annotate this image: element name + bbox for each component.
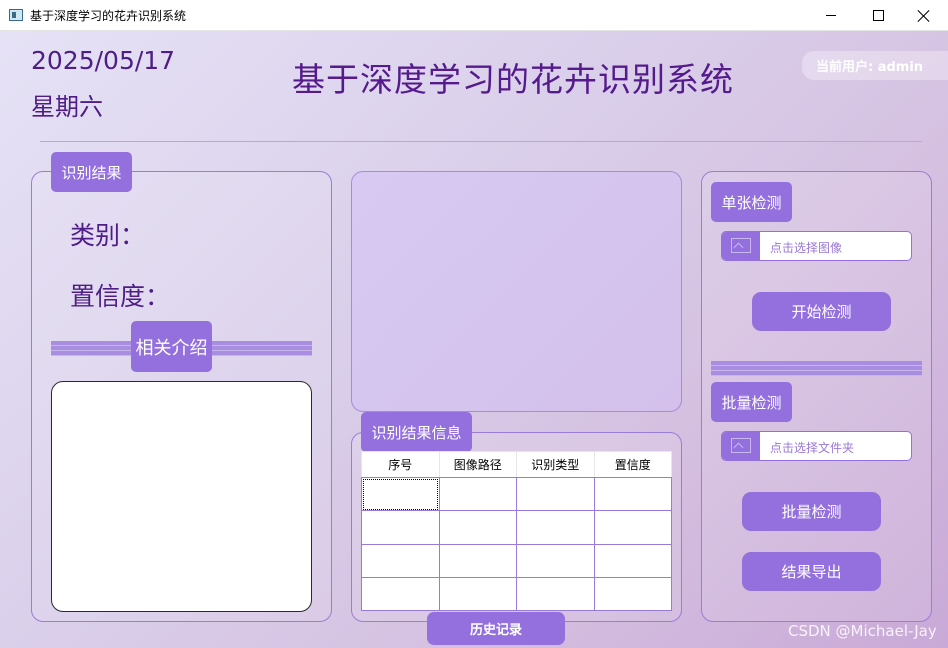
window-titlebar: 基于深度学习的花卉识别系统 xyxy=(0,0,948,31)
intro-text-area[interactable] xyxy=(51,381,312,612)
main-window-client: 2025/05/17 星期六 基于深度学习的花卉识别系统 当前用户: admin… xyxy=(0,31,948,648)
table-cell[interactable] xyxy=(361,543,440,578)
select-image-picker[interactable]: 点击选择图像 xyxy=(721,231,912,261)
history-button[interactable]: 历史记录 xyxy=(427,612,565,645)
app-icon xyxy=(9,9,23,21)
batch-detect-button[interactable]: 批量检测 xyxy=(742,492,881,531)
close-button[interactable] xyxy=(901,0,947,31)
minimize-button[interactable] xyxy=(808,0,854,31)
folder-icon[interactable] xyxy=(722,432,760,460)
column-header-image-path[interactable]: 图像路径 xyxy=(438,451,517,478)
column-header-index[interactable]: 序号 xyxy=(361,451,440,478)
table-cell[interactable] xyxy=(516,510,595,545)
date-display: 2025/05/17 xyxy=(31,46,176,75)
select-image-placeholder: 点击选择图像 xyxy=(770,241,843,255)
table-cell[interactable] xyxy=(593,543,672,578)
table-cell[interactable] xyxy=(438,543,517,578)
window-title: 基于深度学习的花卉识别系统 xyxy=(30,9,187,23)
table-cell[interactable] xyxy=(593,510,672,545)
table-cell[interactable] xyxy=(516,576,595,612)
batch-divider xyxy=(711,361,922,376)
table-cell[interactable] xyxy=(438,576,517,612)
page-title: 基于深度学习的花卉识别系统 xyxy=(292,60,734,99)
result-table: 序号 图像路径 识别类型 置信度 xyxy=(361,451,672,612)
table-row[interactable] xyxy=(361,543,672,578)
select-folder-picker[interactable]: 点击选择文件夹 xyxy=(721,431,912,461)
table-cell[interactable] xyxy=(361,576,440,612)
result-info-group-label: 识别结果信息 xyxy=(361,412,472,452)
table-cell[interactable] xyxy=(593,576,672,612)
confidence-label: 置信度： xyxy=(70,282,171,311)
column-header-class[interactable]: 识别类型 xyxy=(516,451,595,478)
table-cell[interactable] xyxy=(438,476,517,512)
minimize-icon xyxy=(826,15,836,16)
close-icon xyxy=(918,10,930,22)
maximize-icon xyxy=(872,10,884,21)
table-cell[interactable] xyxy=(516,476,595,512)
single-detect-group-label: 单张检测 xyxy=(711,182,792,222)
current-user-badge: 当前用户: admin xyxy=(802,51,948,80)
table-row[interactable] xyxy=(361,510,672,545)
table-header-row: 序号 图像路径 识别类型 置信度 xyxy=(361,451,672,478)
table-row[interactable] xyxy=(361,476,672,512)
image-icon[interactable] xyxy=(722,232,760,260)
image-display-panel xyxy=(351,171,682,412)
table-cell[interactable] xyxy=(438,510,517,545)
table-cell[interactable] xyxy=(361,510,440,545)
result-group-label: 识别结果 xyxy=(51,152,132,192)
start-detect-button[interactable]: 开始检测 xyxy=(752,292,891,331)
table-cell[interactable] xyxy=(593,476,672,512)
table-cell[interactable] xyxy=(516,543,595,578)
class-label: 类别： xyxy=(70,221,146,250)
batch-detect-group-label: 批量检测 xyxy=(711,382,792,422)
maximize-button[interactable] xyxy=(855,0,901,31)
export-results-button[interactable]: 结果导出 xyxy=(742,552,881,591)
header-divider xyxy=(40,141,922,142)
column-header-confidence[interactable]: 置信度 xyxy=(593,451,672,478)
intro-group-label: 相关介绍 xyxy=(131,321,212,372)
table-row[interactable] xyxy=(361,576,672,612)
table-cell[interactable] xyxy=(361,476,440,512)
weekday-display: 星期六 xyxy=(31,93,103,121)
select-folder-placeholder: 点击选择文件夹 xyxy=(770,441,855,455)
watermark: CSDN @Michael-Jay xyxy=(788,622,937,640)
